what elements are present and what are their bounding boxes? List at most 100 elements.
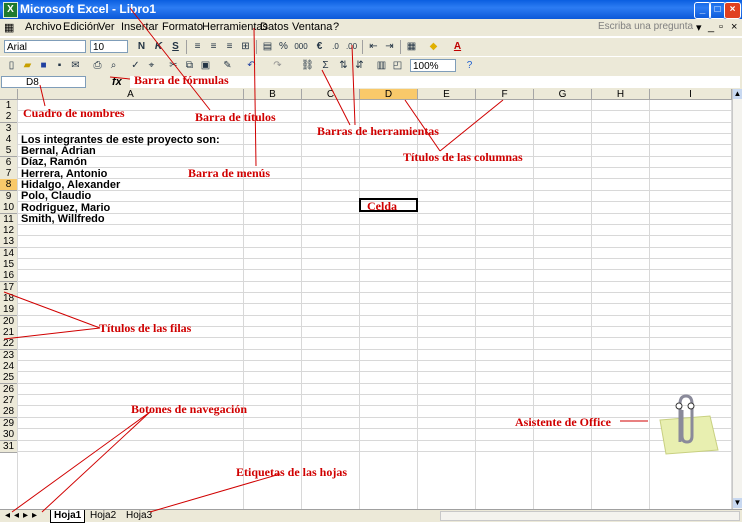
column-header-e[interactable]: E [418,89,476,100]
zoom-select[interactable]: 100% [410,59,456,72]
align-right-icon[interactable]: ≡ [222,40,237,54]
row-header-14[interactable]: 14 [0,247,18,260]
last-sheet-icon[interactable]: ▸ [29,510,40,522]
row-header-22[interactable]: 22 [0,338,18,351]
row-header-21[interactable]: 21 [0,327,18,339]
doc-close-button[interactable]: × [731,21,737,33]
tab-hoja2[interactable]: Hoja2 [87,510,119,522]
insert-function-button[interactable]: fx [112,76,122,88]
new-icon[interactable]: ▯ [4,59,19,73]
menu-datos[interactable]: Datos [260,21,289,33]
vertical-scrollbar[interactable]: ▲ ▼ [732,89,742,509]
column-header-g[interactable]: G [534,89,592,100]
percent-button[interactable]: % [276,40,291,54]
borders-icon[interactable]: ▦ [404,40,419,54]
align-left-icon[interactable]: ≡ [190,40,205,54]
menu-ventana[interactable]: Ventana [292,21,332,33]
font-select[interactable]: Arial [4,40,86,53]
open-icon[interactable]: ▰ [20,59,35,73]
print-icon[interactable]: ⎙ [90,59,105,73]
row-header-3[interactable]: 3 [0,122,18,135]
cell-a11[interactable]: Smith, Willfredo [21,213,105,226]
excel-icon[interactable]: X [3,2,18,18]
row-header-8[interactable]: 8 [0,179,18,192]
align-center-icon[interactable]: ≡ [206,40,221,54]
row-header-26[interactable]: 26 [0,383,18,396]
thousands-button[interactable]: 000 [292,40,310,54]
horizontal-scrollbar[interactable] [440,511,740,521]
save-icon[interactable]: ■ [36,59,51,73]
row-header-6[interactable]: 6 [0,156,18,169]
row-header-12[interactable]: 12 [0,224,18,237]
font-color-icon[interactable]: A [450,40,465,54]
row-header-23[interactable]: 23 [0,349,18,362]
doc-icon[interactable]: ▦ [4,21,14,34]
scroll-down-button[interactable]: ▼ [733,498,742,508]
row-header-5[interactable]: 5 [0,145,18,158]
column-header-c[interactable]: C [302,89,360,100]
row-header-18[interactable]: 18 [0,292,18,305]
undo-icon[interactable]: ↶ [244,59,259,73]
row-header-4[interactable]: 4 [0,134,18,147]
row-header-15[interactable]: 15 [0,258,18,271]
cut-icon[interactable]: ✂ [166,59,181,73]
tab-hoja1[interactable]: Hoja1 [50,510,86,523]
column-header-a[interactable]: A [18,89,244,100]
spelling-icon[interactable]: ✓ [128,59,143,73]
permission-icon[interactable]: ▪ [52,59,67,73]
row-header-29[interactable]: 29 [0,417,18,430]
close-button[interactable]: × [724,2,741,19]
column-header-h[interactable]: H [592,89,650,100]
fill-color-icon[interactable]: ◆ [426,40,441,54]
bold-button[interactable]: N [134,40,149,54]
help-question-input[interactable]: Escriba una pregunta [598,21,694,34]
doc-restore-button[interactable]: ▫ [719,21,723,33]
column-header-b[interactable]: B [244,89,302,100]
email-icon[interactable]: ✉ [68,59,83,73]
italic-button[interactable]: K [151,40,166,54]
menu-archivo[interactable]: Archivo [25,21,62,33]
row-header-17[interactable]: 17 [0,281,18,294]
menu-formato[interactable]: Formato [162,21,203,33]
font-size-select[interactable]: 10 [90,40,128,53]
column-header-f[interactable]: F [476,89,534,100]
row-header-31[interactable]: 31 [0,440,18,453]
menu-insertar[interactable]: Insertar [121,21,158,33]
format-painter-icon[interactable]: ✎ [220,59,235,73]
row-header-19[interactable]: 19 [0,304,18,317]
redo-icon[interactable]: ↷ [270,59,285,73]
row-header-10[interactable]: 10 [0,202,18,215]
menu-ver[interactable]: Ver [98,21,115,33]
increase-decimal-icon[interactable]: .0 [328,40,343,54]
research-icon[interactable]: ⌖ [144,59,159,73]
euro-button[interactable]: € [312,40,327,54]
underline-button[interactable]: S [168,40,183,54]
row-header-1[interactable]: 1 [0,100,18,112]
worksheet-grid[interactable]: A B C D E F G H I 1 2 3 4 5 6 7 8 9 10 11 12 13 14 15 1… [0,89,732,509]
sort-desc-icon[interactable]: ⇵ [352,59,367,73]
merge-center-icon[interactable]: ⊞ [238,40,253,54]
drawing-icon[interactable]: ◰ [390,59,405,73]
sort-asc-icon[interactable]: ⇅ [336,59,351,73]
row-header-27[interactable]: 27 [0,395,18,408]
autosum-button[interactable]: Σ [318,59,333,73]
decrease-indent-icon[interactable]: ⇤ [366,40,381,54]
decrease-decimal-icon[interactable]: .00 [344,40,359,54]
dropdown-icon[interactable]: ▾ [696,21,702,34]
column-header-d[interactable]: D [360,89,418,100]
menu-help[interactable]: ? [333,21,339,33]
help-icon[interactable]: ? [462,59,477,73]
row-header-2[interactable]: 2 [0,111,18,124]
currency-icon[interactable]: ▤ [260,40,275,54]
select-all-corner[interactable] [0,89,18,100]
print-preview-icon[interactable]: ⌕ [106,59,121,73]
row-header-16[interactable]: 16 [0,270,18,283]
increase-indent-icon[interactable]: ⇥ [382,40,397,54]
tab-hoja3[interactable]: Hoja3 [123,510,155,522]
row-header-9[interactable]: 9 [0,190,18,203]
row-header-28[interactable]: 28 [0,406,18,419]
menu-edicion[interactable]: Edición [63,21,99,33]
name-box[interactable]: D8 [1,76,86,88]
column-header-i[interactable]: I [650,89,732,100]
row-header-25[interactable]: 25 [0,372,18,385]
